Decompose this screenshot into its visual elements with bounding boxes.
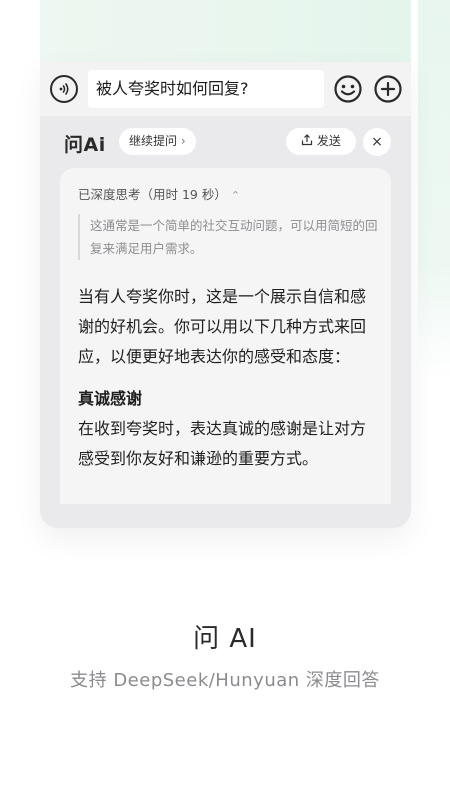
ai-answer: 已深度思考（用时 19 秒） ⌃ 这通常是一个简单的社交互动问题，可以用简短的回… bbox=[60, 168, 391, 504]
answer-body: 当有人夸奖你时，这是一个展示自信和感谢的好机会。你可以用以下几种方式来回应，以便… bbox=[78, 282, 374, 474]
add-button[interactable] bbox=[373, 74, 403, 104]
feature-subtitle: 支持 DeepSeek/Hunyuan 深度回答 bbox=[70, 670, 380, 691]
plus-icon bbox=[374, 75, 402, 103]
ai-panel-header: 问Ai 继续提问 › 发送 × bbox=[40, 116, 411, 166]
feature-title: 问 AI bbox=[193, 624, 257, 654]
send-share-button[interactable]: 发送 bbox=[286, 128, 356, 155]
voice-input-button[interactable] bbox=[50, 75, 78, 103]
send-label: 发送 bbox=[316, 134, 341, 148]
message-input[interactable]: 被人夸奖时如何回复? bbox=[88, 70, 324, 108]
thinking-status[interactable]: 已深度思考（用时 19 秒） ⌃ bbox=[78, 184, 240, 203]
continue-ask-button[interactable]: 继续提问 › bbox=[119, 128, 196, 155]
chevron-up-icon: ⌃ bbox=[230, 189, 241, 202]
emoji-button[interactable] bbox=[333, 74, 363, 104]
ai-logo: 问Ai bbox=[64, 134, 106, 156]
answer-fade bbox=[60, 474, 391, 504]
background-accent-panel bbox=[418, 0, 450, 380]
thinking-status-label: 已深度思考（用时 19 秒） bbox=[78, 187, 227, 202]
chevron-right-icon: › bbox=[180, 134, 186, 148]
close-icon[interactable]: × bbox=[363, 128, 391, 156]
continue-ask-label: 继续提问 bbox=[129, 134, 178, 148]
input-bar: 被人夸奖时如何回复? bbox=[40, 62, 411, 116]
share-icon bbox=[301, 134, 313, 146]
emoji-icon bbox=[334, 75, 362, 103]
answer-section-heading: 真诚感谢 bbox=[78, 389, 143, 408]
answer-intro: 当有人夸奖你时，这是一个展示自信和感谢的好机会。你可以用以下几种方式来回应，以便… bbox=[78, 287, 367, 366]
previous-message-area bbox=[40, 0, 411, 64]
chat-card: 被人夸奖时如何回复? 问Ai 继续提问 › 发送 × 已深度思考（用时 19 秒… bbox=[40, 62, 411, 528]
answer-section-text: 在收到夸奖时，表达真诚的感谢是让对方感受到你友好和谦逊的重要方式。 bbox=[78, 419, 367, 468]
thinking-content: 这通常是一个简单的社交互动问题，可以用简短的回复来满足用户需求。 bbox=[78, 214, 378, 260]
voice-icon bbox=[59, 83, 69, 95]
